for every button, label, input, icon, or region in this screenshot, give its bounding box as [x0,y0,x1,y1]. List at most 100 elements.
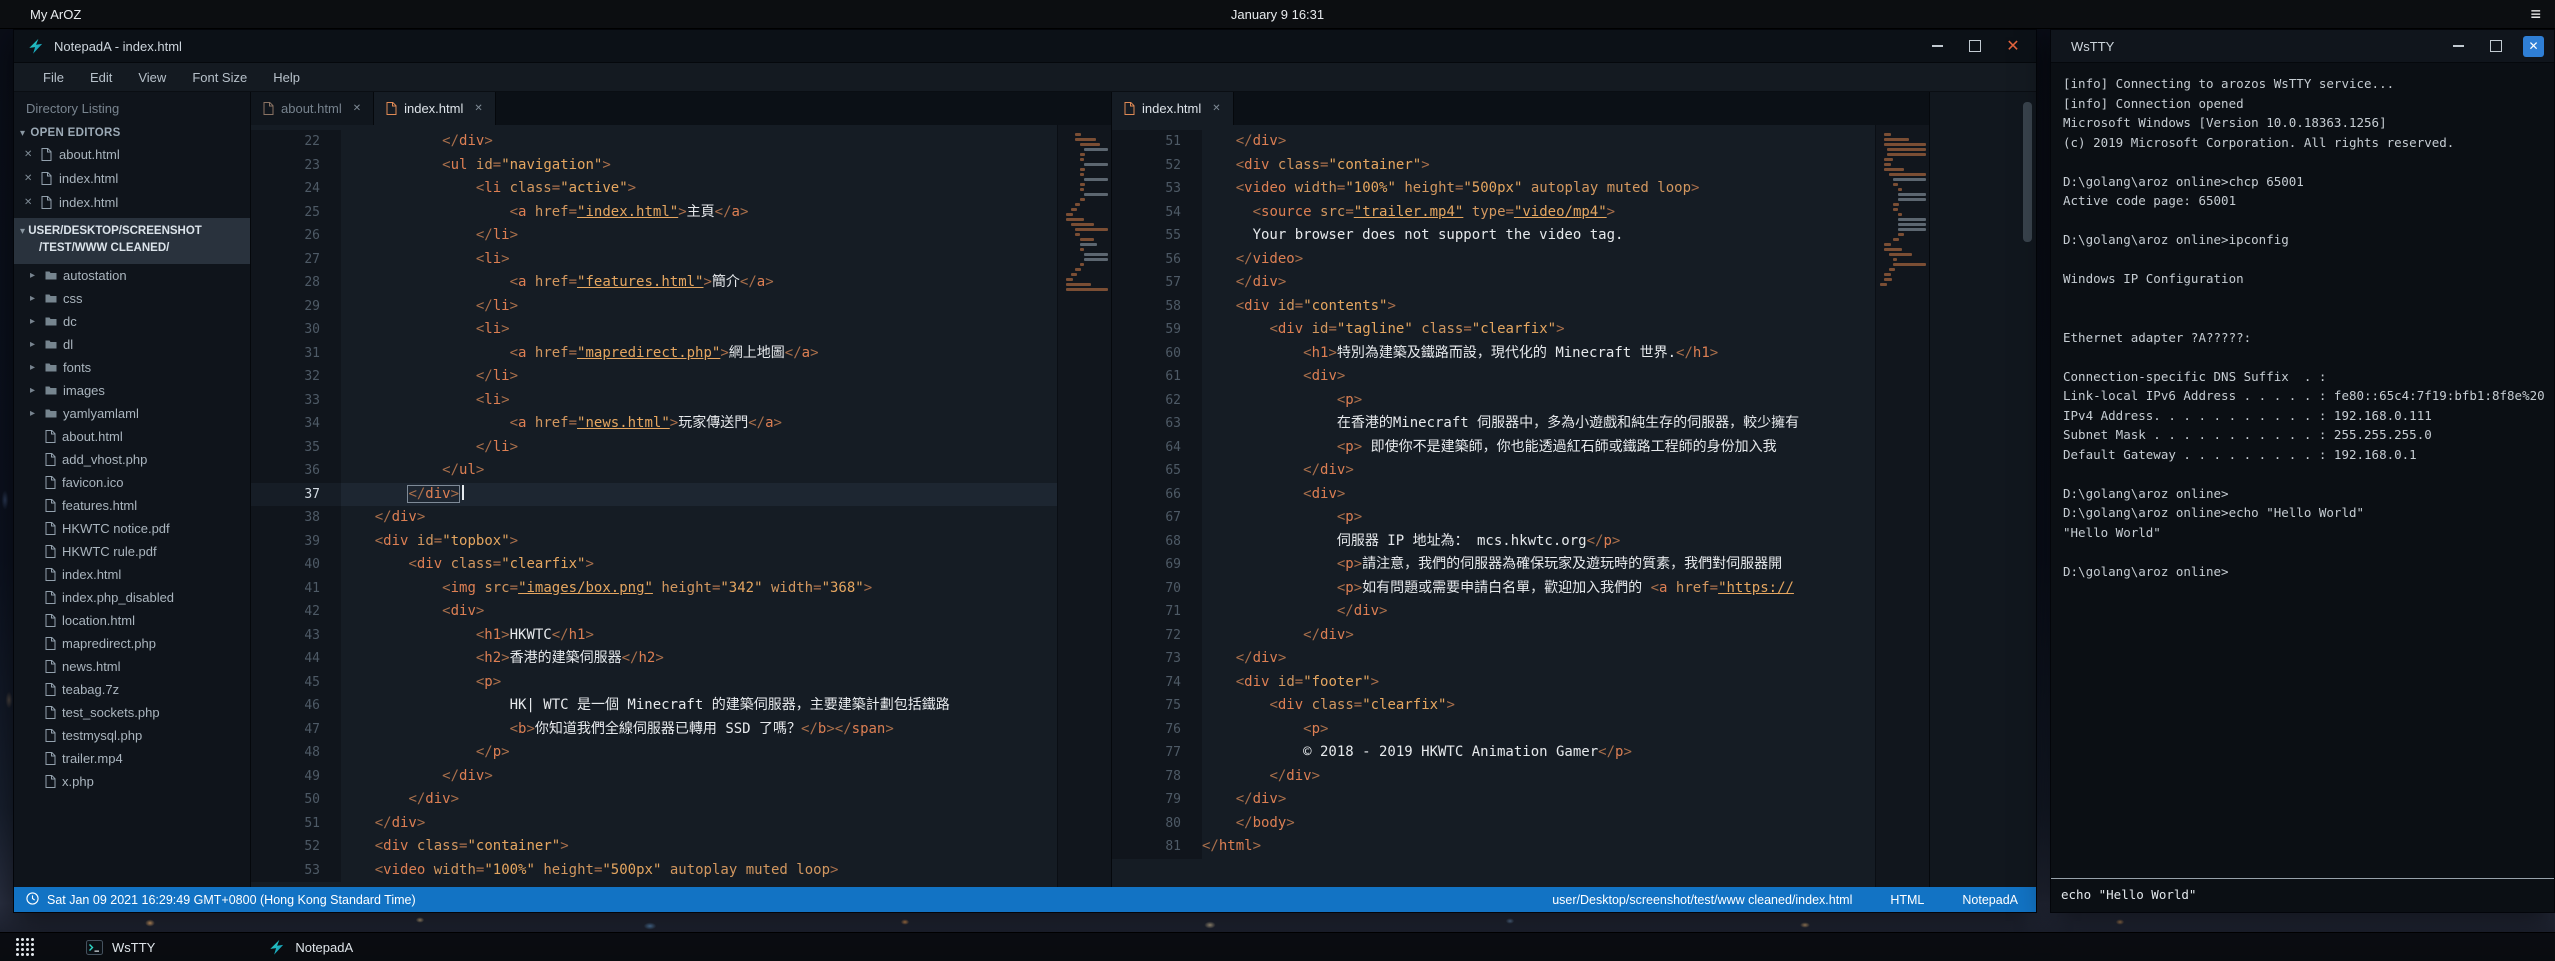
code-line[interactable]: 65 </div> [1112,459,1875,483]
folder-item[interactable]: ▸css [14,287,250,310]
code-line[interactable]: 41 <img src="images/box.png" height="342… [251,577,1057,601]
terminal-output[interactable]: [info] Connecting to arozos WsTTY servic… [2051,63,2554,872]
folder-item[interactable]: ▸dc [14,310,250,333]
code-line[interactable]: 66 <div> [1112,483,1875,507]
folder-item[interactable]: ▸fonts [14,356,250,379]
folder-item[interactable]: ▸images [14,379,250,402]
code-line[interactable]: 72 </div> [1112,624,1875,648]
taskbar-item-notepada[interactable]: NotepadA [261,936,359,959]
code-line[interactable]: 31 <a href="mapredirect.php">網上地圖</a> [251,342,1057,366]
code-line[interactable]: 48 </p> [251,741,1057,765]
file-item[interactable]: add_vhost.php [14,448,250,471]
code-line[interactable]: 39 <div id="topbox"> [251,530,1057,554]
file-item[interactable]: testmysql.php [14,724,250,747]
code-line[interactable]: 68 伺服器 IP 地址為： mcs.hkwtc.org</p> [1112,530,1875,554]
code-line[interactable]: 70 <p>如有問題或需要申請白名單，歡迎加入我們的 <a href="http… [1112,577,1875,601]
code-line[interactable]: 47 <b>你知道我們全線伺服器已轉用 SSD 了嗎？</b></span> [251,718,1057,742]
folder-item[interactable]: ▸dl [14,333,250,356]
tab-index.html[interactable]: index.html✕ [374,92,496,125]
code-line[interactable]: 52 <div class="container"> [251,835,1057,859]
code-line[interactable]: 79 </div> [1112,788,1875,812]
code-line[interactable]: 55 Your browser does not support the vid… [1112,224,1875,248]
code-line[interactable]: 33 <li> [251,389,1057,413]
code-line[interactable]: 80 </body> [1112,812,1875,836]
code-line[interactable]: 51 </div> [1112,130,1875,154]
folder-item[interactable]: ▸yamlyamlaml [14,402,250,425]
code-line[interactable]: 52 <div class="container"> [1112,154,1875,178]
code-line[interactable]: 51 </div> [251,812,1057,836]
file-item[interactable]: trailer.mp4 [14,747,250,770]
code-line[interactable]: 26 </li> [251,224,1057,248]
editor-scrollbar-track[interactable] [1930,92,2036,887]
code-line[interactable]: 71 </div> [1112,600,1875,624]
code-line[interactable]: 49 </div> [251,765,1057,789]
code-line[interactable]: 67 <p> [1112,506,1875,530]
file-item[interactable]: location.html [14,609,250,632]
workspace-folder-header[interactable]: ▾ USER/DESKTOP/SCREENSHOT /TEST/WWW CLEA… [14,218,250,264]
code-line[interactable]: 40 <div class="clearfix"> [251,553,1057,577]
scrollbar-thumb[interactable] [2023,102,2032,242]
code-line[interactable]: 62 <p> [1112,389,1875,413]
tab-about.html[interactable]: about.html✕ [251,92,374,125]
code-line[interactable]: 76 <p> [1112,718,1875,742]
code-line[interactable]: 23 <ul id="navigation"> [251,154,1057,178]
notepada-titlebar[interactable]: NotepadA - index.html ✕ [14,30,2036,63]
close-editor-icon[interactable]: ✕ [24,173,34,184]
menu-help[interactable]: Help [260,63,313,91]
menu-font-size[interactable]: Font Size [179,63,260,91]
code-line[interactable]: 61 <div> [1112,365,1875,389]
code-line[interactable]: 60 <h1>特別為建築及鐵路而設，現代化的 Minecraft 世界.</h1… [1112,342,1875,366]
code-line[interactable]: 32 </li> [251,365,1057,389]
code-line[interactable]: 74 <div id="footer"> [1112,671,1875,695]
code-line[interactable]: 77 © 2018 - 2019 HKWTC Animation Gamer</… [1112,741,1875,765]
code-line[interactable]: 56 </video> [1112,248,1875,272]
statusbar-language[interactable]: HTML [1890,893,1924,907]
folder-item[interactable]: ▸autostation [14,264,250,287]
file-item[interactable]: features.html [14,494,250,517]
wstty-titlebar[interactable]: WsTTY ✕ [2051,30,2554,63]
wstty-maximize-icon[interactable] [2485,35,2507,57]
file-item[interactable]: x.php [14,770,250,793]
open-editor-item[interactable]: ✕about.html [14,142,250,166]
apps-grid-icon[interactable] [12,934,38,960]
code-line[interactable]: 64 <p> 即使你不是建築師，你也能透過紅石師或鐵路工程師的身份加入我 [1112,436,1875,460]
code-line[interactable]: 54 <source src="trailer.mp4" type="video… [1112,201,1875,225]
code-line[interactable]: 69 <p>請注意，我們的伺服器為確保玩家及遊玩時的質素，我們對伺服器開 [1112,553,1875,577]
left-minimap[interactable] [1057,125,1111,887]
code-line[interactable]: 57 </div> [1112,271,1875,295]
code-line[interactable]: 53 <video width="100%" height="500px" au… [251,859,1057,883]
code-line[interactable]: 37 </div> [251,483,1057,507]
file-item[interactable]: HKWTC rule.pdf [14,540,250,563]
code-line[interactable]: 24 <li class="active"> [251,177,1057,201]
close-tab-icon[interactable]: ✕ [353,103,361,114]
left-code-body[interactable]: 22 </div>23 <ul id="navigation">24 <li c… [251,125,1057,887]
file-item[interactable]: mapredirect.php [14,632,250,655]
code-line[interactable]: 73 </div> [1112,647,1875,671]
code-line[interactable]: 28 <a href="features.html">簡介</a> [251,271,1057,295]
code-line[interactable]: 46 HK| WTC 是一個 Minecraft 的建築伺服器，主要建築計劃包括… [251,694,1057,718]
code-line[interactable]: 38 </div> [251,506,1057,530]
menu-file[interactable]: File [30,63,77,91]
file-item[interactable]: HKWTC notice.pdf [14,517,250,540]
code-line[interactable]: 45 <p> [251,671,1057,695]
code-line[interactable]: 50 </div> [251,788,1057,812]
code-line[interactable]: 53 <video width="100%" height="500px" au… [1112,177,1875,201]
terminal-input-bar[interactable]: echo "Hello World" [2051,878,2554,912]
code-line[interactable]: 29 </li> [251,295,1057,319]
code-line[interactable]: 81</html> [1112,835,1875,859]
menu-edit[interactable]: Edit [77,63,125,91]
file-item[interactable]: teabag.7z [14,678,250,701]
maximize-icon[interactable] [1964,35,1986,57]
tab-index.html[interactable]: index.html✕ [1112,92,1234,125]
close-icon[interactable]: ✕ [2002,35,2024,57]
code-line[interactable]: 35 </li> [251,436,1057,460]
file-item[interactable]: about.html [14,425,250,448]
code-line[interactable]: 63 在香港的Minecraft 伺服器中，多為小遊戲和純生存的伺服器，較少擁有 [1112,412,1875,436]
file-item[interactable]: test_sockets.php [14,701,250,724]
file-item[interactable]: news.html [14,655,250,678]
code-line[interactable]: 34 <a href="news.html">玩家傳送門</a> [251,412,1057,436]
right-minimap[interactable] [1875,125,1929,887]
code-line[interactable]: 30 <li> [251,318,1057,342]
code-line[interactable]: 75 <div class="clearfix"> [1112,694,1875,718]
hamburger-icon[interactable]: ≡ [2530,5,2541,23]
